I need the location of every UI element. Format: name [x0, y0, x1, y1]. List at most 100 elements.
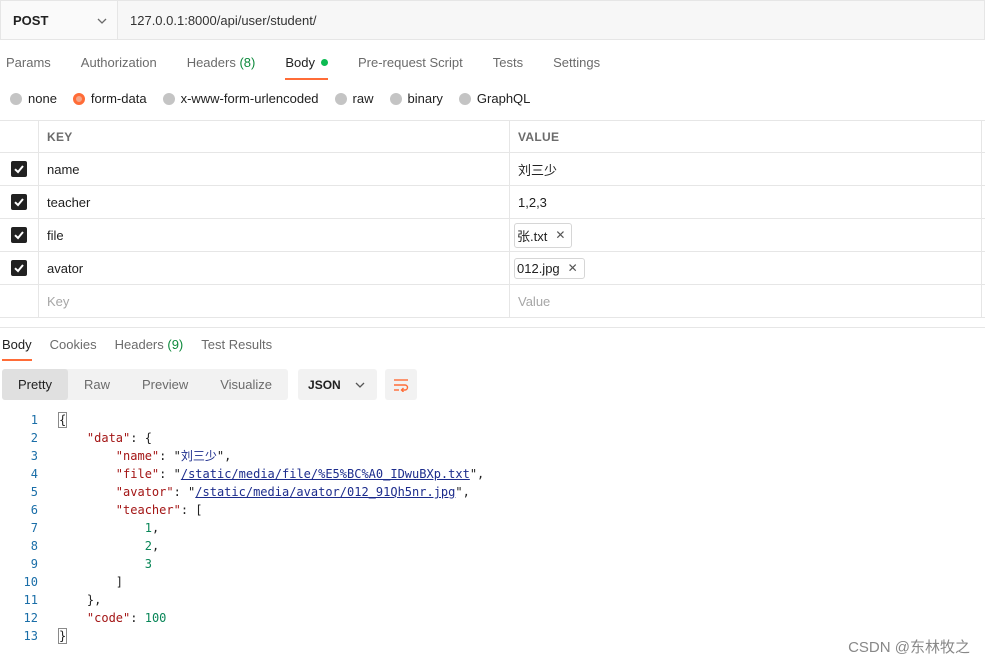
chevron-down-icon — [97, 18, 107, 24]
line-number: 11 — [23, 593, 38, 607]
tab-authorization[interactable]: Authorization — [75, 52, 157, 80]
code-line: 6 "teacher": [ — [0, 501, 985, 519]
tab-cookies[interactable]: Cookies — [48, 335, 97, 361]
tab-label: Tests — [492, 55, 524, 70]
code-line: 10 ] — [0, 573, 985, 591]
view-raw-button[interactable]: Raw — [68, 369, 126, 400]
url-input[interactable]: 127.0.0.1:8000/api/user/student/ — [117, 0, 985, 40]
wrap-lines-button[interactable] — [384, 369, 417, 400]
tab-response-body[interactable]: Body — [0, 335, 32, 361]
format-select[interactable]: JSON — [298, 369, 377, 400]
tab-headers[interactable]: Headers (8) — [181, 52, 256, 80]
pane-divider[interactable] — [0, 327, 985, 328]
checkbox[interactable] — [11, 194, 27, 210]
tab-pre-request-script[interactable]: Pre-request Script — [352, 52, 463, 80]
code-line: 3 "name": "刘三少", — [0, 447, 985, 465]
row-check-cell — [0, 252, 39, 284]
request-tabs: Params Authorization Headers (8) Body Pr… — [0, 52, 624, 80]
file-name: 012.jpg — [517, 260, 560, 276]
tab-test-results[interactable]: Test Results — [199, 335, 272, 361]
checkmark-icon — [14, 231, 24, 240]
form-data-table: KEY VALUE name 刘三少 teacher 1,2,3 file 张.… — [0, 120, 985, 318]
request-bar: POST 127.0.0.1:8000/api/user/student/ — [0, 0, 985, 40]
row-check-cell — [0, 285, 39, 317]
checkbox[interactable] — [11, 227, 27, 243]
tab-label: Params — [6, 55, 51, 70]
line-number: 8 — [30, 539, 38, 553]
radio-label: form-data — [90, 91, 147, 106]
line-number: 5 — [30, 485, 38, 499]
key-field[interactable]: name — [39, 153, 510, 185]
table-row: avator 012.jpg ✕ — [0, 252, 985, 285]
code-text: "name": "刘三少", — [115, 449, 232, 463]
view-pretty-button[interactable]: Pretty — [2, 369, 68, 400]
watermark: CSDN @东林牧之 — [848, 639, 970, 656]
checkbox[interactable] — [11, 260, 27, 276]
code-text: } — [38, 627, 68, 645]
code-text: 1, — [144, 521, 160, 535]
line-number: 13 — [23, 629, 38, 643]
radio-graphql[interactable]: GraphQL — [458, 91, 531, 106]
radio-label: x-www-form-urlencoded — [180, 91, 319, 106]
tab-tests[interactable]: Tests — [487, 52, 523, 80]
code-text: ] — [58, 575, 124, 589]
wrap-lines-icon — [393, 378, 408, 392]
row-check-cell — [0, 186, 39, 218]
key-field[interactable]: avator — [39, 252, 510, 284]
tab-label: Authorization — [80, 55, 157, 70]
remove-file-icon[interactable]: ✕ — [568, 261, 578, 275]
checkmark-icon — [14, 264, 24, 273]
radio-icon — [10, 92, 22, 105]
file-name: 张.txt — [517, 228, 548, 244]
code-line: 7 1, — [0, 519, 985, 537]
code-line: 4 "file": "/static/media/file/%E5%BC%A0_… — [0, 465, 985, 483]
line-number: 3 — [30, 449, 38, 463]
body-type-options: none form-data x-www-form-urlencoded raw… — [10, 91, 546, 106]
view-visualize-button[interactable]: Visualize — [204, 369, 288, 400]
value-field[interactable]: 刘三少 — [510, 153, 982, 185]
table-row: teacher 1,2,3 — [0, 186, 985, 219]
key-field[interactable]: teacher — [39, 186, 510, 218]
tab-response-headers[interactable]: Headers (9) — [113, 335, 184, 361]
tab-label: Headers — [186, 55, 236, 70]
code-line: 2 "data": { — [0, 429, 985, 447]
new-key-input[interactable]: Key — [39, 285, 510, 317]
row-check-cell — [0, 219, 39, 251]
checkmark-icon — [14, 198, 24, 207]
code-line: 9 3 — [0, 555, 985, 573]
tab-params[interactable]: Params — [0, 52, 51, 80]
headers-count: (9) — [167, 337, 184, 352]
line-number: 9 — [30, 557, 38, 571]
line-number: 4 — [30, 467, 38, 481]
checkbox[interactable] — [11, 161, 27, 177]
radio-none[interactable]: none — [10, 91, 57, 106]
new-value-input[interactable]: Value — [510, 285, 982, 317]
radio-label: none — [28, 91, 57, 106]
value-field[interactable]: 1,2,3 — [510, 186, 982, 218]
table-row: name 刘三少 — [0, 153, 985, 186]
radio-raw[interactable]: raw — [334, 91, 374, 106]
line-number: 1 — [30, 413, 38, 427]
file-chip[interactable]: 012.jpg ✕ — [514, 257, 585, 279]
code-line: 1{ — [0, 411, 985, 429]
tab-label: Body — [285, 55, 315, 70]
code-line: 5 "avator": "/static/media/avator/012_91… — [0, 483, 985, 501]
radio-icon — [162, 92, 175, 105]
response-view-toolbar: Pretty Raw Preview Visualize JSON — [2, 369, 417, 400]
tab-label: Cookies — [49, 337, 97, 352]
method-select[interactable]: POST — [0, 0, 117, 40]
code-line: 11 }, — [0, 591, 985, 609]
radio-binary[interactable]: binary — [389, 91, 443, 106]
code-text: "file": "/static/media/file/%E5%BC%A0_ID… — [115, 467, 485, 481]
response-code-view[interactable]: 1{ 2 "data": { 3 "name": "刘三少", 4 "file"… — [0, 411, 985, 645]
file-chip[interactable]: 张.txt ✕ — [514, 222, 573, 248]
key-field[interactable]: file — [39, 219, 510, 251]
view-preview-button[interactable]: Preview — [126, 369, 204, 400]
method-label: POST — [13, 12, 49, 28]
remove-file-icon[interactable]: ✕ — [555, 228, 565, 242]
radio-x-www-form-urlencoded[interactable]: x-www-form-urlencoded — [162, 91, 319, 106]
tab-body[interactable]: Body — [279, 52, 328, 80]
radio-form-data[interactable]: form-data — [72, 91, 147, 106]
radio-label: GraphQL — [476, 91, 531, 106]
tab-settings[interactable]: Settings — [547, 52, 600, 80]
